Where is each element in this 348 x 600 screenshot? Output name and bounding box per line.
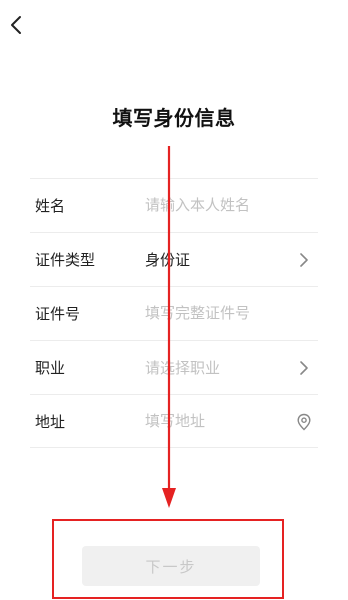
form-row-id-type[interactable]: 证件类型 身份证 xyxy=(30,232,318,286)
occupation-label: 职业 xyxy=(35,359,66,377)
name-input[interactable] xyxy=(145,189,295,221)
occupation-placeholder: 请选择职业 xyxy=(145,359,221,377)
chevron-right-icon xyxy=(296,251,312,269)
identity-info-page: 填写身份信息 姓名 证件类型 身份证 证件号 职业 请选择职业 xyxy=(0,0,348,600)
form-row-address: 地址 xyxy=(30,394,318,448)
id-type-value: 身份证 xyxy=(145,251,191,269)
page-title: 填写身份信息 xyxy=(112,106,236,130)
chevron-right-icon xyxy=(296,359,312,377)
identity-form: 姓名 证件类型 身份证 证件号 职业 请选择职业 xyxy=(30,178,318,448)
location-pin-icon[interactable] xyxy=(296,413,312,431)
address-label: 地址 xyxy=(35,413,66,431)
id-number-input[interactable] xyxy=(145,297,295,329)
chevron-left-icon xyxy=(11,16,21,34)
form-row-occupation[interactable]: 职业 请选择职业 xyxy=(30,340,318,394)
address-input[interactable] xyxy=(145,405,295,437)
back-button[interactable] xyxy=(6,12,28,38)
form-row-name: 姓名 xyxy=(30,178,318,232)
form-row-id-number: 证件号 xyxy=(30,286,318,340)
id-number-label: 证件号 xyxy=(35,305,81,323)
name-label: 姓名 xyxy=(35,197,66,215)
next-step-button[interactable]: 下一步 xyxy=(82,546,260,586)
id-type-label: 证件类型 xyxy=(35,251,96,269)
